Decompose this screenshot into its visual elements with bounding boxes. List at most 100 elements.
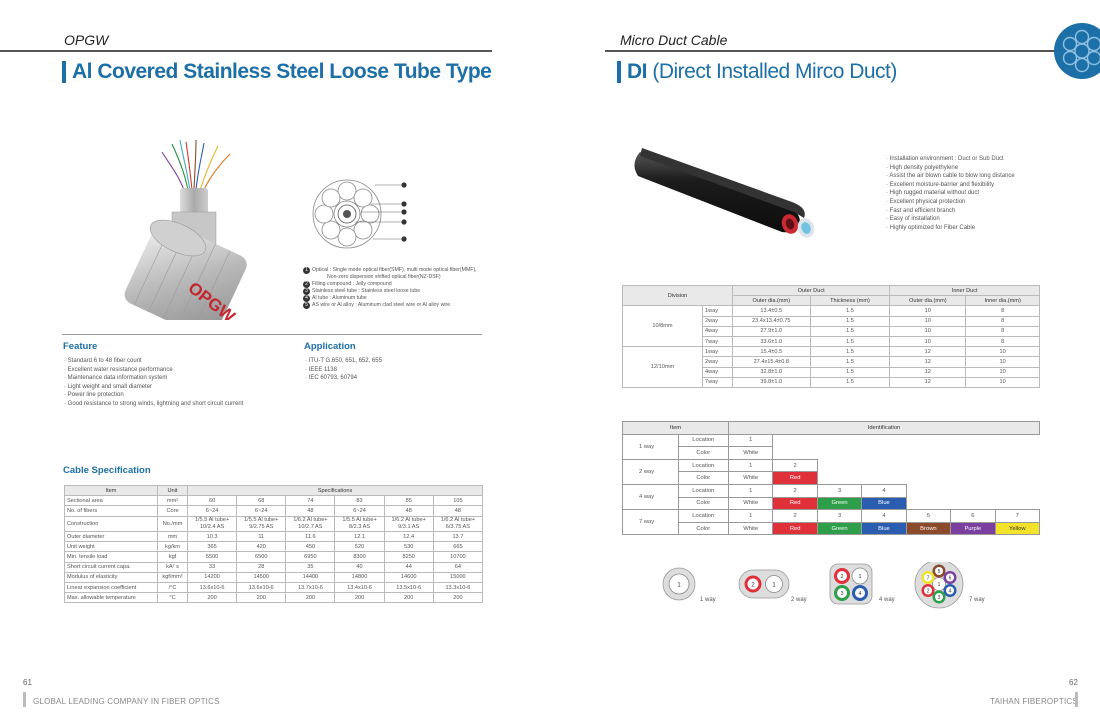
- duct-inner-outer-dia: 10: [889, 325, 967, 337]
- legend-text: Filling compound : Jelly compound: [312, 281, 392, 287]
- spec-value: 200: [236, 592, 287, 604]
- duct-inner-outer-dia: 12: [889, 376, 967, 388]
- id-empty: [951, 484, 995, 497]
- duct-header-inner: Inner Duct: [889, 284, 1040, 297]
- id-group-name: 4 way: [622, 483, 679, 511]
- legend-item: 3 Stainless steel tube : Stainless steel …: [303, 288, 493, 295]
- id-empty: [995, 472, 1039, 485]
- right-section-title: Micro Duct Cable: [620, 32, 728, 48]
- legend-item: 2 Filling compound : Jelly compound: [303, 281, 493, 288]
- duct-inner-outer-dia: 10: [889, 335, 967, 348]
- duct-header-division: Division: [622, 284, 733, 307]
- list-item-text: IEC 60793, 60794: [308, 375, 358, 382]
- list-item-text: IEEE 1138: [308, 366, 337, 373]
- spec-header-unit: Unit: [157, 484, 188, 497]
- right-footer-bar: [1075, 692, 1078, 707]
- left-footer-text: GLOBAL LEADING COMPANY IN FIBER OPTICS: [33, 697, 220, 706]
- list-item-text: Excellent physical protection: [889, 198, 966, 205]
- list-item-text: High density polyethylene: [889, 164, 959, 171]
- id-empty: [862, 434, 906, 447]
- id-row: 1 way Location 1: [622, 433, 1040, 460]
- spec-unit: °C: [157, 592, 188, 604]
- duct-inner-dia: 10: [965, 356, 1040, 368]
- duct-inner-dia: 8: [965, 335, 1040, 348]
- id-empty: [951, 459, 995, 472]
- legend-text: Optical : Single mode optical fiber(SMF)…: [312, 267, 477, 273]
- list-item-text: High rugged material without duct: [889, 190, 980, 197]
- spec-value: 200: [285, 592, 336, 604]
- duct-inner-dia: 10: [965, 366, 1040, 378]
- spec-row: Linear expansion coefficient/°C 13.6x10-6…: [64, 581, 484, 594]
- id-location: 1: [727, 509, 774, 523]
- id-color: Purple: [950, 521, 996, 536]
- list-item: · Easy of installation: [886, 215, 1086, 224]
- duct-inner-outer-dia: 10: [889, 315, 967, 327]
- svg-text:1: 1: [938, 582, 941, 588]
- id-color-label: Color: [677, 496, 730, 511]
- right-title-bold: DI: [627, 60, 648, 83]
- legend-item: 1 Optical : Single mode optical fiber(SMF…: [303, 267, 493, 274]
- id-empty: [773, 447, 817, 460]
- left-page-number: 61: [23, 678, 32, 687]
- duct-way: 1way: [702, 305, 733, 317]
- spec-value-line: 1/6.2 Al tube+: [293, 516, 328, 523]
- legend-item: 5 AS wire or Al alloy : Aluminum clad ste…: [303, 302, 493, 309]
- svg-text:1: 1: [858, 574, 861, 580]
- spec-value: 14200: [186, 571, 238, 583]
- spec-value: 1/5.5 Al tube+ 8/2.3 AS: [334, 515, 385, 532]
- list-item-text: Fast and efficient branch: [889, 207, 956, 214]
- spec-item: Sectional area: [64, 495, 158, 507]
- duct-inner-outer-dia: 12: [889, 366, 967, 378]
- id-location-label: Location: [677, 509, 730, 523]
- spec-value: 13.5x10-6: [383, 581, 434, 594]
- right-page-title: DI (Direct Installed Mirco Duct): [627, 60, 897, 84]
- id-row: Color White Red Green Blue Brown Purple Yellow: [623, 521, 1041, 536]
- spec-value: 33: [186, 561, 238, 573]
- spec-header-item: Item: [64, 484, 158, 497]
- spec-header-specs: Specifications: [187, 484, 483, 497]
- list-item: · Installation environment : Duct or Sub…: [886, 155, 1086, 164]
- id-color: Yellow: [994, 521, 1041, 536]
- spec-value: 60: [186, 495, 238, 507]
- legend-number: 3: [303, 288, 310, 295]
- duct-thickness: 1.5: [809, 346, 891, 358]
- spec-value: 200: [432, 592, 484, 604]
- opgw-cross-section-diagram: [305, 178, 415, 250]
- duct-thickness: 1.5: [809, 305, 891, 317]
- duct-outer-dia: 39.8±1.0: [732, 376, 811, 388]
- spec-value: 450: [285, 541, 336, 553]
- id-location: 3: [816, 483, 863, 498]
- spec-value: 1/6.2 Al tube+ 10/2.7 AS: [285, 515, 336, 532]
- right-title-rest: (Direct Installed Mirco Duct): [647, 60, 897, 83]
- id-group-name: 1 way: [622, 433, 679, 460]
- id-location: 1: [727, 458, 774, 473]
- duct-way: 1way: [702, 346, 733, 358]
- id-header-identification: Identification: [728, 421, 1040, 435]
- spec-value: 6950: [285, 551, 336, 563]
- duct-subheader: Outer dia.(mm): [889, 295, 967, 307]
- duct-outer-dia: 15.4±0.5: [732, 346, 811, 358]
- list-item: · Good resistance to strong winds, light…: [64, 400, 294, 409]
- svg-text:7: 7: [927, 576, 930, 582]
- id-color-label: Color: [677, 471, 730, 485]
- cable-spec-table: Item Unit Specifications Sectional area mm² 6…: [64, 484, 484, 604]
- spec-value: 13.6x10-6: [186, 581, 238, 594]
- id-empty: [951, 434, 995, 447]
- list-item: · Highly optimized for Fiber Cable: [886, 224, 1086, 233]
- spec-unit: mm: [157, 530, 188, 543]
- spec-row: Construction No./mm 1/5.5 Al tube+ 10/2.4 A…: [64, 515, 484, 532]
- duct-outer-dia: 23.4x13.4±0.75: [732, 315, 811, 327]
- spec-unit: kgf: [157, 551, 188, 563]
- spec-item: No. of fibers: [64, 505, 158, 517]
- id-color: Red: [772, 496, 818, 511]
- duct-way: 7way: [702, 376, 733, 388]
- id-row: Color White Red Green Blue: [623, 496, 1040, 511]
- svg-text:6: 6: [949, 576, 952, 582]
- application-list: · ITU-T G.650, 651, 652, 655 · IEEE 1138 ·…: [305, 357, 475, 383]
- list-item: · High rugged material without duct: [886, 189, 1086, 198]
- spec-value: 13.4x10-6: [334, 581, 385, 594]
- id-group-name: 7 way: [622, 509, 679, 536]
- list-item-text: Excellent water resistance performance: [67, 366, 173, 373]
- duct-way: 4way: [702, 366, 733, 378]
- spec-value: 64: [432, 561, 484, 573]
